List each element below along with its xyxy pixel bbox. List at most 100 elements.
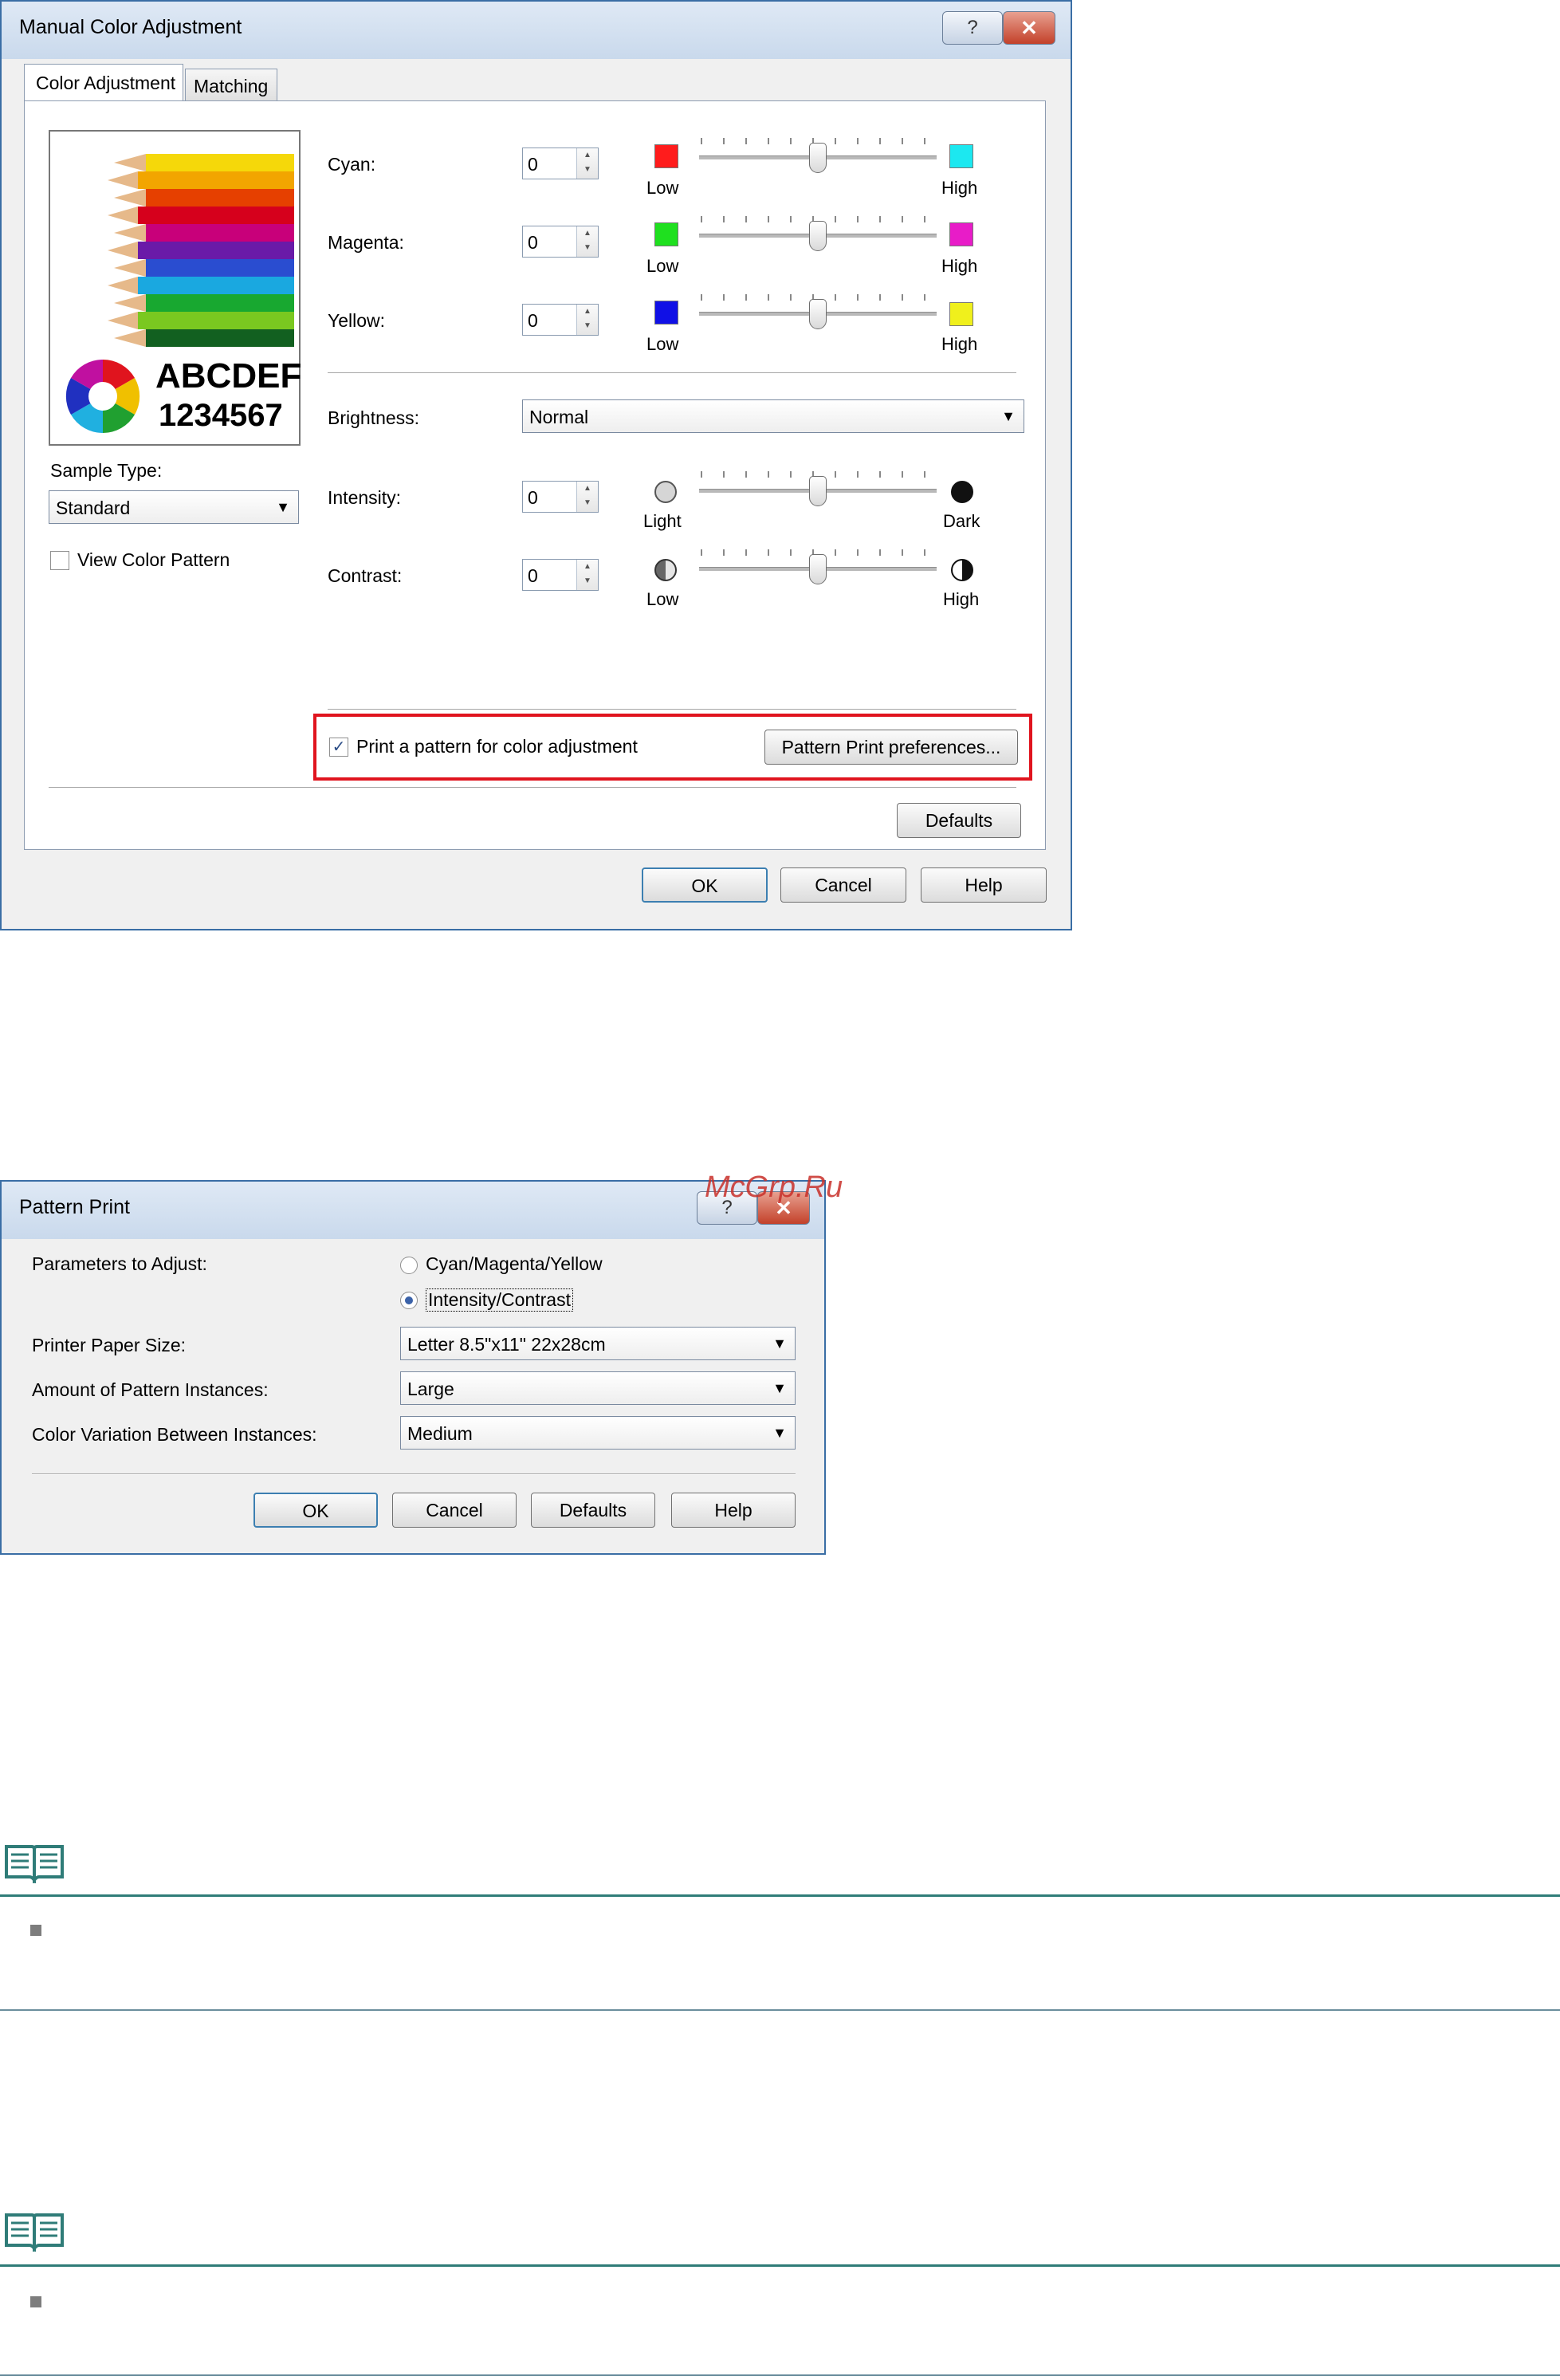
- tab-panel: ABCDEF 1234567 Sample Type: Standard ▼ V…: [24, 100, 1046, 850]
- view-color-pattern-label[interactable]: View Color Pattern: [77, 549, 230, 571]
- contrast-high-icon: [951, 559, 973, 581]
- yellow-slider-thumb[interactable]: [809, 299, 827, 329]
- spin-arrows-icon[interactable]: ▲ ▼: [576, 226, 598, 257]
- separator: [49, 787, 1016, 789]
- dialog-title: Manual Color Adjustment: [19, 16, 242, 38]
- magenta-high-swatch: [949, 222, 973, 246]
- contrast-spinner[interactable]: 0 ▲ ▼: [522, 559, 599, 591]
- paper-size-value: Letter 8.5"x11" 22x28cm: [407, 1334, 606, 1355]
- note-divider: [0, 1894, 1560, 1897]
- preview-text-line2: 1234567: [159, 398, 283, 433]
- close-icon[interactable]: ✕: [1003, 11, 1055, 45]
- spin-arrows-icon[interactable]: ▲ ▼: [576, 560, 598, 590]
- title-bar: Pattern Print ? ✕: [2, 1182, 824, 1239]
- bullet-icon: [30, 1925, 41, 1936]
- print-pattern-checkbox[interactable]: ✓: [329, 738, 348, 757]
- cancel-button[interactable]: Cancel: [780, 867, 906, 903]
- magenta-slider-thumb[interactable]: [809, 221, 827, 251]
- magenta-value: 0: [528, 232, 538, 253]
- cyan-slider-thumb[interactable]: [809, 143, 827, 173]
- dialog-title: Pattern Print: [19, 1196, 130, 1218]
- intensity-low-label: Light: [643, 511, 682, 531]
- tab-label: Color Adjustment: [36, 73, 176, 93]
- sample-type-value: Standard: [56, 498, 131, 518]
- ok-button[interactable]: OK: [642, 867, 768, 903]
- radio-intensity-contrast[interactable]: [400, 1292, 418, 1309]
- tab-matching[interactable]: Matching: [185, 69, 277, 100]
- tab-label: Matching: [194, 76, 269, 96]
- intensity-value: 0: [528, 487, 538, 508]
- contrast-label: Contrast:: [328, 565, 403, 586]
- paper-size-select[interactable]: Letter 8.5"x11" 22x28cm ▼: [400, 1327, 796, 1360]
- variation-value: Medium: [407, 1423, 473, 1444]
- cyan-label: Cyan:: [328, 154, 376, 175]
- intensity-spinner[interactable]: 0 ▲ ▼: [522, 481, 599, 513]
- ok-button[interactable]: OK: [253, 1493, 378, 1528]
- paper-size-label: Printer Paper Size:: [32, 1335, 187, 1355]
- title-bar: Manual Color Adjustment ? ✕: [2, 2, 1071, 59]
- watermark: McGrp.Ru: [705, 1170, 843, 1204]
- help-icon[interactable]: ?: [942, 11, 1003, 45]
- cyan-high-label: High: [941, 178, 978, 198]
- yellow-value: 0: [528, 310, 538, 331]
- parameters-label: Parameters to Adjust:: [32, 1253, 207, 1274]
- cyan-low-swatch: [654, 144, 678, 168]
- defaults-button[interactable]: Defaults: [897, 803, 1021, 838]
- note-book-icon: [3, 2210, 65, 2256]
- amount-value: Large: [407, 1379, 454, 1399]
- radio-cyan-magenta-yellow-label[interactable]: Cyan/Magenta/Yellow: [426, 1253, 603, 1275]
- spin-arrows-icon[interactable]: ▲ ▼: [576, 482, 598, 512]
- note-divider: [0, 2264, 1560, 2267]
- defaults-button[interactable]: Defaults: [531, 1493, 655, 1528]
- contrast-low-label: Low: [646, 589, 679, 609]
- intensity-slider-thumb[interactable]: [809, 476, 827, 506]
- contrast-slider-thumb[interactable]: [809, 554, 827, 584]
- help-button[interactable]: Help: [921, 867, 1047, 903]
- yellow-low-label: Low: [646, 334, 679, 354]
- chevron-down-icon: ▼: [772, 1380, 787, 1396]
- pattern-print-dialog: Pattern Print ? ✕ Parameters to Adjust: …: [0, 1180, 826, 1555]
- variation-select[interactable]: Medium ▼: [400, 1416, 796, 1450]
- magenta-low-label: Low: [646, 256, 679, 276]
- separator: [32, 1473, 796, 1475]
- cyan-value: 0: [528, 154, 538, 175]
- bullet-icon: [30, 2296, 41, 2307]
- yellow-label: Yellow:: [328, 310, 386, 331]
- dark-circle-icon: [951, 481, 973, 503]
- separator: [328, 709, 1016, 710]
- cancel-button[interactable]: Cancel: [392, 1493, 517, 1528]
- contrast-low-icon: [654, 559, 677, 581]
- radio-cyan-magenta-yellow[interactable]: [400, 1257, 418, 1274]
- brightness-value: Normal: [529, 407, 589, 427]
- sample-type-label: Sample Type:: [50, 460, 163, 481]
- cyan-high-swatch: [949, 144, 973, 168]
- cyan-spinner[interactable]: 0 ▲ ▼: [522, 148, 599, 179]
- view-color-pattern-checkbox[interactable]: [50, 551, 69, 570]
- help-button[interactable]: Help: [671, 1493, 796, 1528]
- yellow-high-label: High: [941, 334, 978, 354]
- contrast-high-label: High: [943, 589, 980, 609]
- chevron-down-icon: ▼: [1001, 408, 1016, 424]
- intensity-label: Intensity:: [328, 487, 402, 508]
- magenta-low-swatch: [654, 222, 678, 246]
- yellow-high-swatch: [949, 302, 973, 326]
- tab-color-adjustment[interactable]: Color Adjustment: [24, 64, 183, 102]
- spin-arrows-icon[interactable]: ▲ ▼: [576, 148, 598, 179]
- pattern-print-preferences-button[interactable]: Pattern Print preferences...: [764, 730, 1018, 765]
- manual-color-adjustment-dialog: Manual Color Adjustment ? ✕ Color Adjust…: [0, 0, 1072, 930]
- brightness-select[interactable]: Normal ▼: [522, 399, 1024, 433]
- light-circle-icon: [654, 481, 677, 503]
- spin-arrows-icon[interactable]: ▲ ▼: [576, 305, 598, 335]
- preview-text-line1: ABCDEF: [155, 356, 302, 395]
- amount-select[interactable]: Large ▼: [400, 1371, 796, 1405]
- sample-type-select[interactable]: Standard ▼: [49, 490, 299, 524]
- yellow-spinner[interactable]: 0 ▲ ▼: [522, 304, 599, 336]
- print-pattern-label[interactable]: Print a pattern for color adjustment: [356, 736, 638, 757]
- magenta-spinner[interactable]: 0 ▲ ▼: [522, 226, 599, 258]
- chevron-down-icon: ▼: [772, 1425, 787, 1441]
- radio-intensity-contrast-label[interactable]: Intensity/Contrast: [426, 1288, 573, 1312]
- note-end-divider: [0, 2009, 1560, 2011]
- variation-label: Color Variation Between Instances:: [32, 1424, 317, 1445]
- brightness-label: Brightness:: [328, 407, 420, 428]
- chevron-down-icon: ▼: [276, 499, 290, 515]
